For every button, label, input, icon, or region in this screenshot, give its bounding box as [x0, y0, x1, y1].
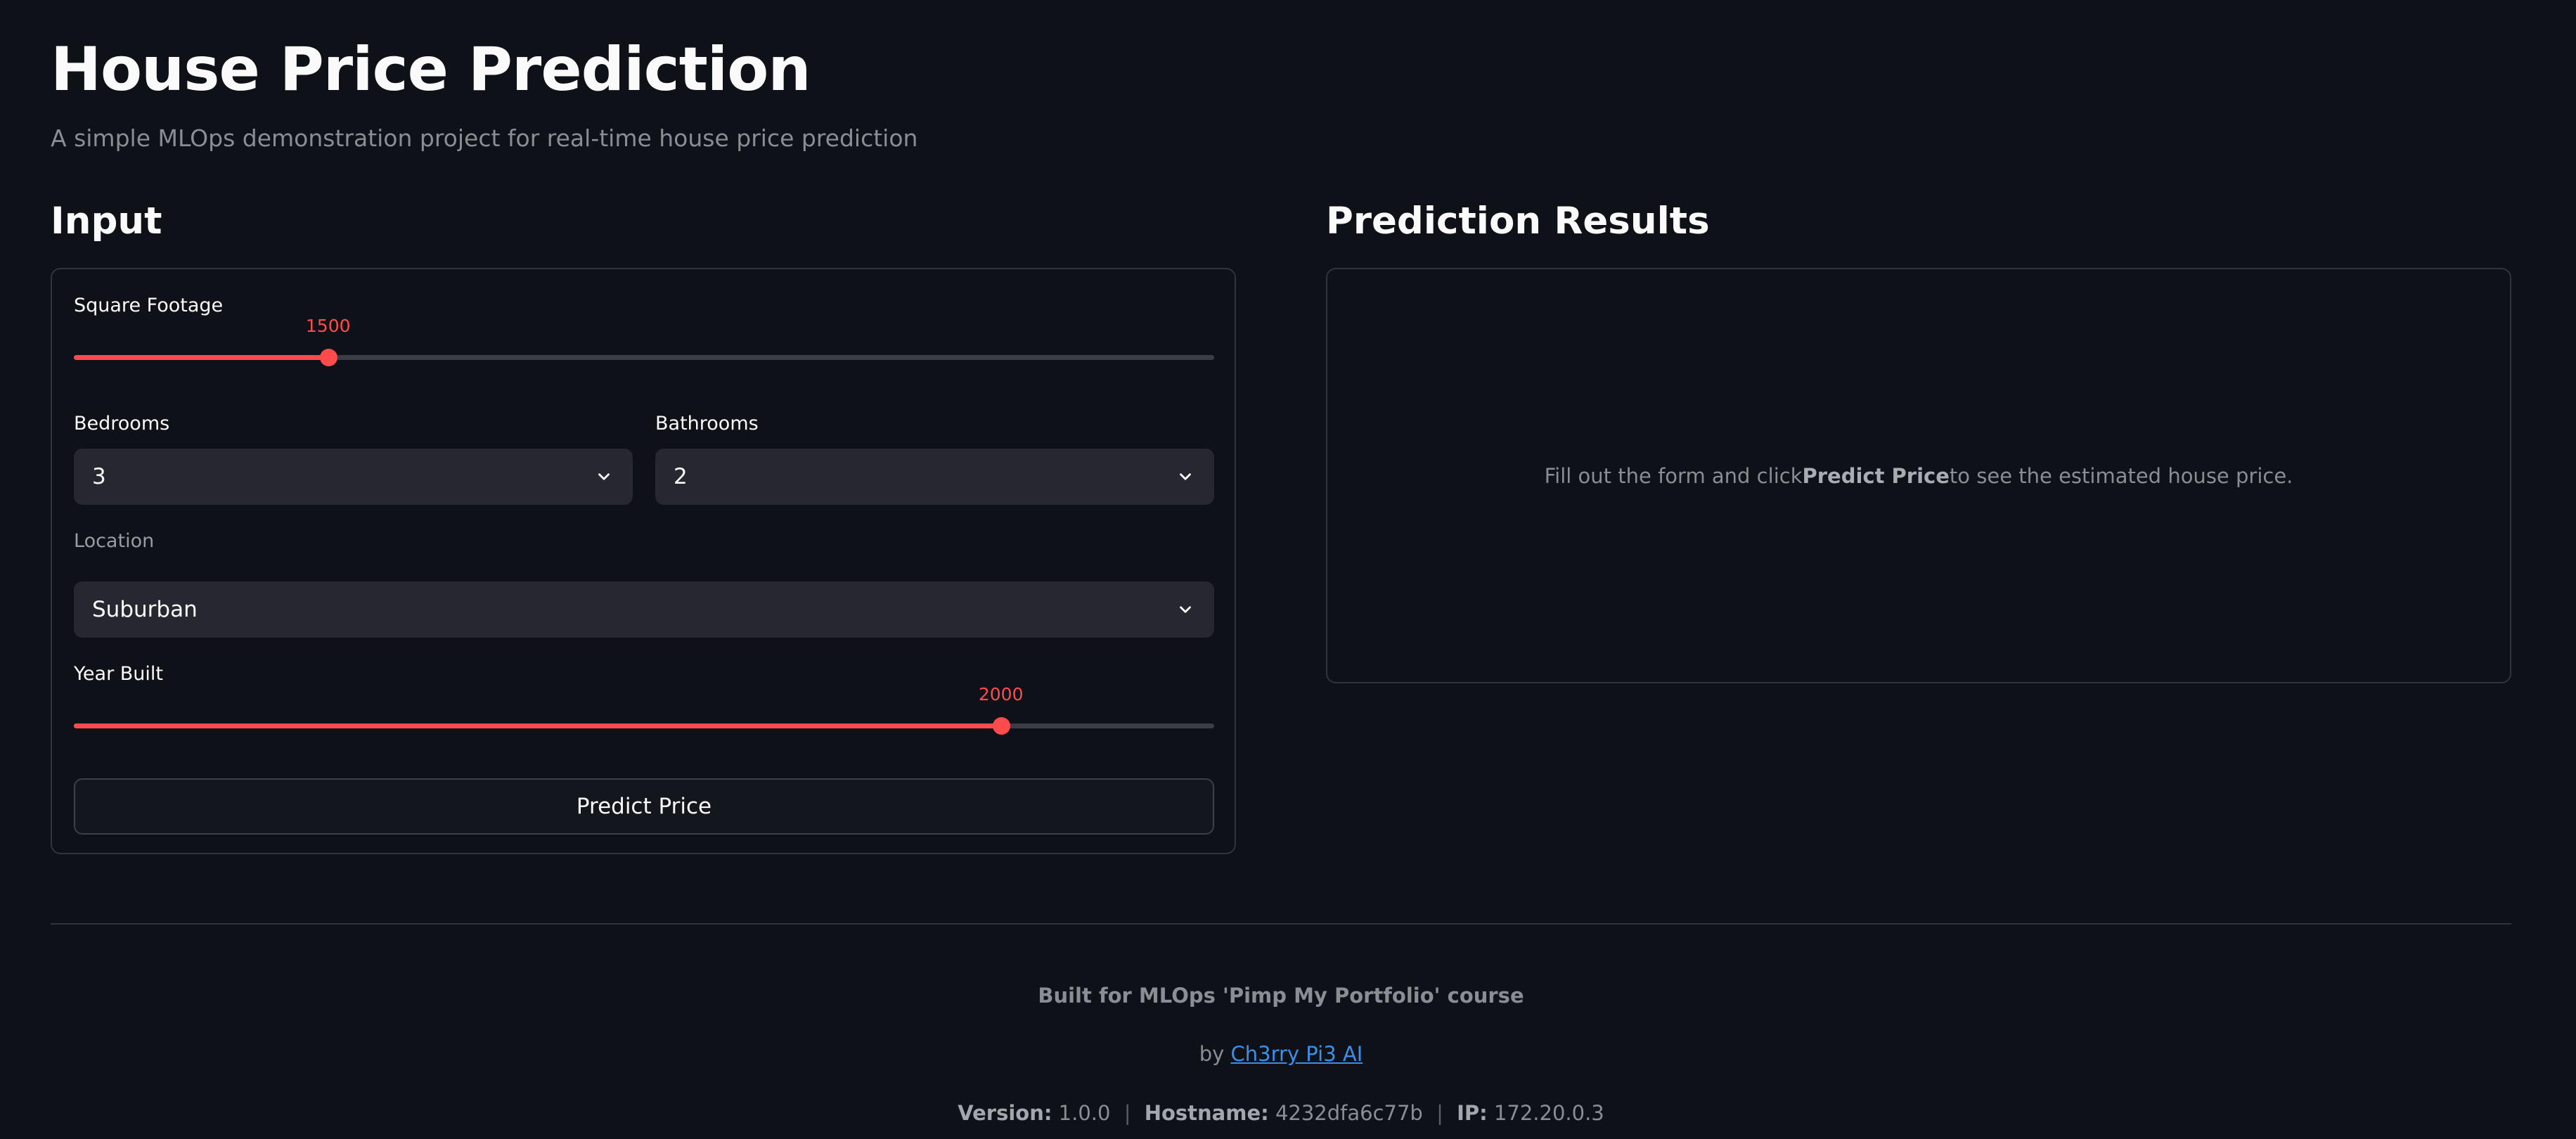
footer-author-line: by Ch3rry Pi3 AI: [51, 1040, 2511, 1068]
meta-separator: |: [1436, 1101, 1443, 1125]
chevron-down-icon: [593, 466, 614, 487]
bathrooms-select[interactable]: 2: [655, 449, 1214, 505]
chevron-down-icon: [1175, 599, 1196, 620]
predict-price-button[interactable]: Predict Price: [74, 778, 1214, 835]
square-footage-value: 1500: [305, 316, 351, 336]
ip-key: IP:: [1457, 1101, 1488, 1125]
prediction-placeholder-message: Fill out the form and click Predict Price…: [1327, 269, 2510, 682]
bedrooms-select[interactable]: 3: [74, 449, 633, 505]
placeholder-text-bold: Predict Price: [1802, 463, 1950, 488]
version-value: 1.0.0: [1058, 1101, 1111, 1125]
footer-meta-line: Version: 1.0.0 | Hostname: 4232dfa6c77b …: [51, 1099, 2511, 1127]
square-footage-slider[interactable]: 1500: [74, 316, 1214, 366]
app-page: House Price Prediction A simple MLOps de…: [0, 0, 2576, 1139]
year-built-slider-fill: [74, 723, 1001, 728]
page-subtitle: A simple MLOps demonstration project for…: [51, 124, 918, 152]
year-built-slider-thumb[interactable]: [992, 717, 1010, 735]
version-key: Version:: [958, 1101, 1052, 1125]
year-built-label: Year Built: [74, 663, 163, 685]
meta-separator: |: [1123, 1101, 1131, 1125]
page-title: House Price Prediction: [51, 34, 811, 105]
location-selected-value: Suburban: [92, 597, 198, 622]
bedrooms-selected-value: 3: [92, 464, 106, 489]
footer-divider: [51, 923, 2511, 925]
bedrooms-label: Bedrooms: [74, 413, 170, 435]
prediction-results-heading: Prediction Results: [1326, 200, 1710, 243]
author-link[interactable]: Ch3rry Pi3 AI: [1231, 1042, 1363, 1066]
hostname-value: 4232dfa6c77b: [1275, 1101, 1423, 1125]
hostname-key: Hostname:: [1144, 1101, 1269, 1125]
year-built-slider[interactable]: 2000: [74, 684, 1214, 735]
location-select[interactable]: Suburban: [74, 581, 1214, 638]
ip-value: 172.20.0.3: [1493, 1101, 1604, 1125]
placeholder-text-before: Fill out the form and click: [1544, 463, 1803, 488]
prediction-results-panel: Fill out the form and click Predict Price…: [1326, 268, 2511, 683]
bathrooms-label: Bathrooms: [655, 413, 759, 435]
location-label: Location: [74, 530, 155, 552]
square-footage-slider-thumb[interactable]: [319, 349, 337, 366]
square-footage-slider-fill: [74, 355, 328, 360]
footer-built-for: Built for MLOps 'Pimp My Portfolio' cour…: [1038, 984, 1524, 1008]
bathrooms-selected-value: 2: [674, 464, 688, 489]
square-footage-label: Square Footage: [74, 295, 224, 316]
year-built-value: 2000: [978, 684, 1024, 704]
footer-by-prefix: by: [1199, 1042, 1225, 1066]
placeholder-text-after: to see the estimated house price.: [1949, 463, 2293, 488]
input-heading: Input: [51, 200, 162, 243]
chevron-down-icon: [1175, 466, 1196, 487]
input-form-panel: Square Footage 1500 Bedrooms 3 Bathrooms…: [51, 268, 1236, 854]
